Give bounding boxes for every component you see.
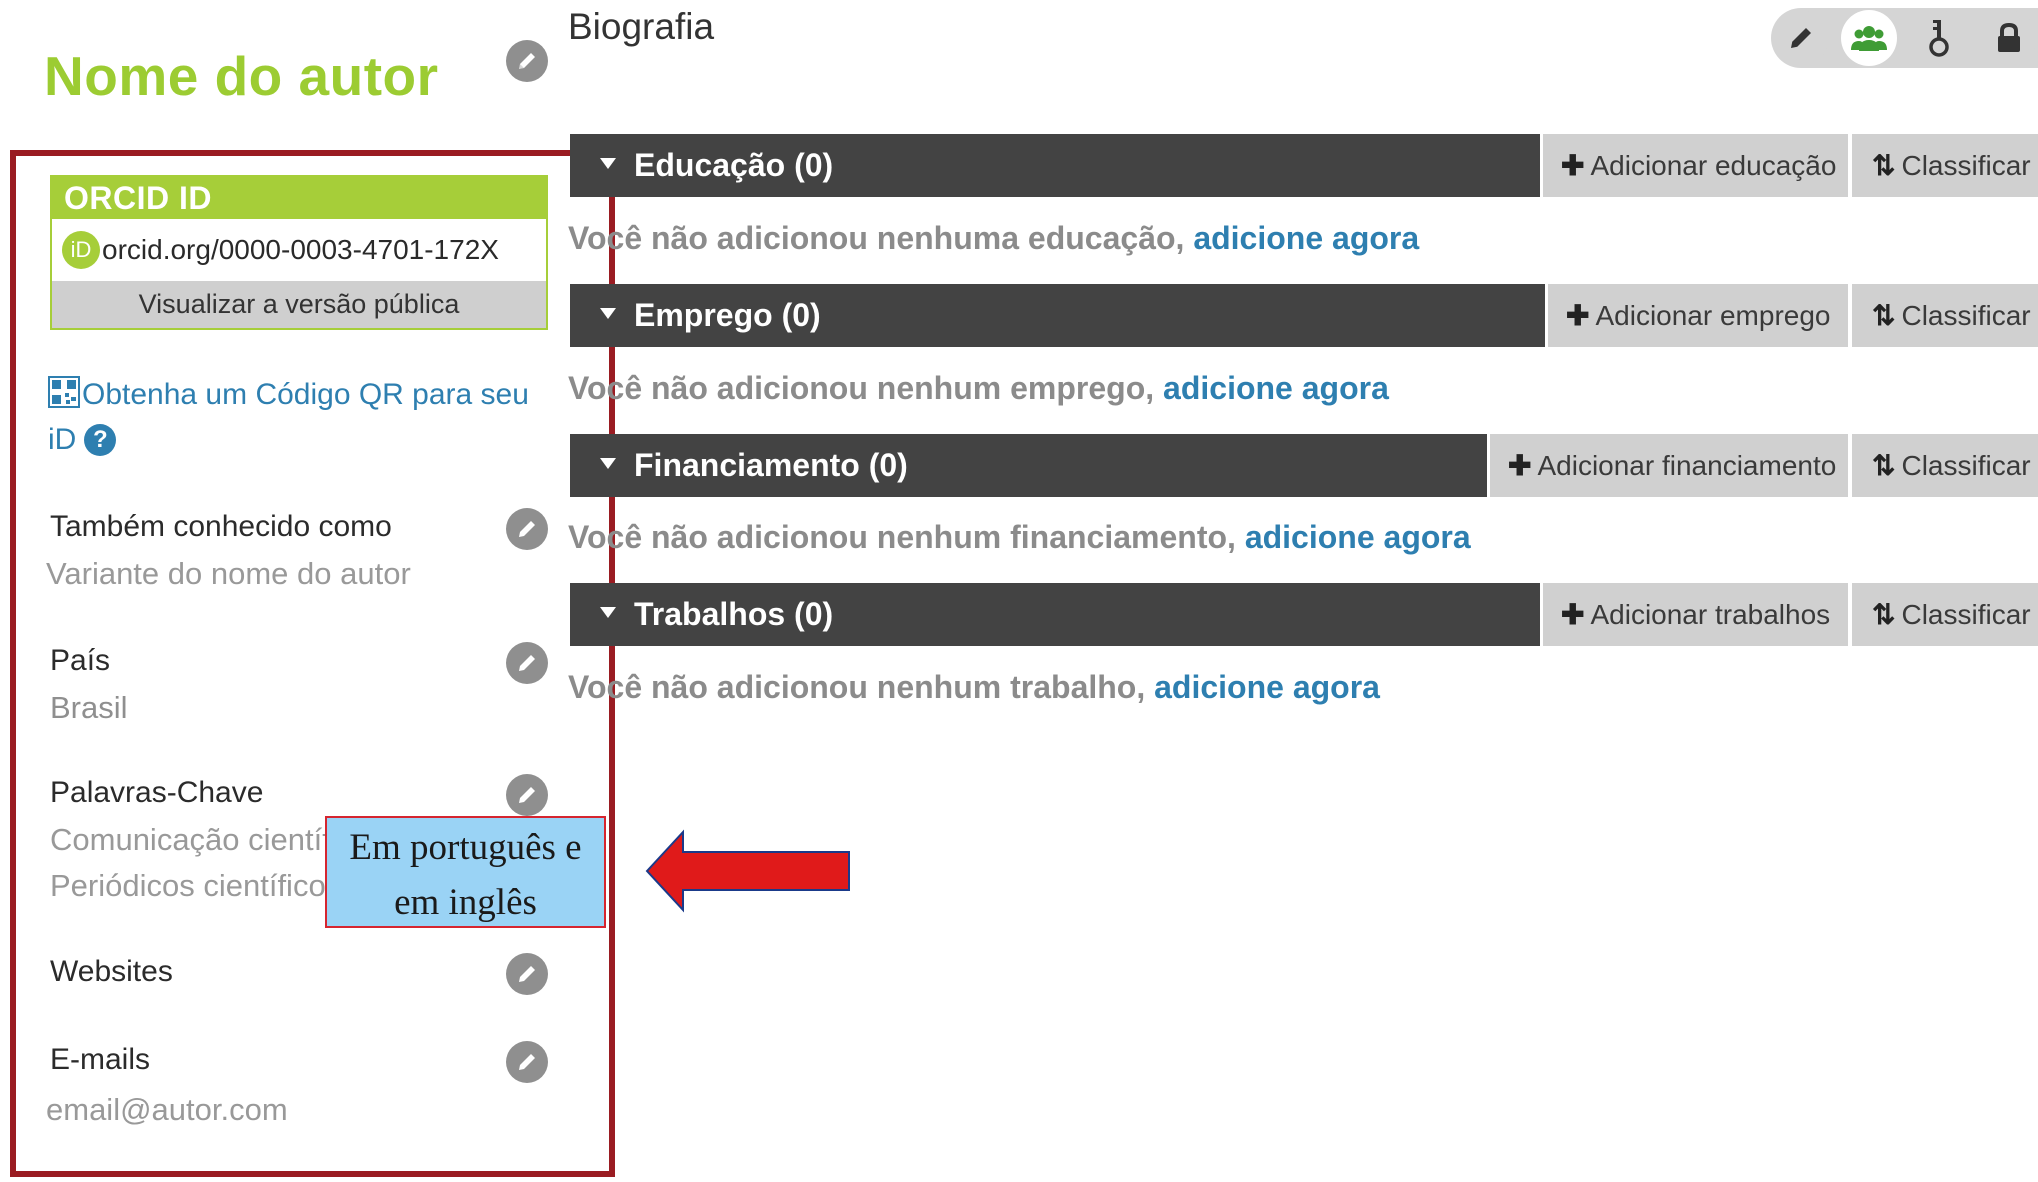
qr-code-link[interactable]: Obtenha um Código QR para seu iD?: [48, 372, 558, 462]
chevron-down-icon[interactable]: [600, 458, 616, 469]
callout-line-1: Em português e: [349, 827, 582, 868]
orcid-id-row: iD orcid.org/0000-0003-4701-172X: [52, 219, 546, 281]
add-employment-button[interactable]: ✚ Adicionar emprego: [1548, 284, 1848, 347]
sort-icon: ⇅: [1872, 450, 1896, 481]
add-funding-label: Adicionar financiamento: [1537, 450, 1837, 481]
orcid-id-header: ORCID ID: [52, 177, 546, 219]
chevron-down-icon[interactable]: [600, 308, 616, 319]
add-funding-button[interactable]: ✚ Adicionar financiamento: [1490, 434, 1848, 497]
country-label: País: [50, 644, 111, 677]
red-arrow-icon: [645, 829, 850, 913]
sort-education-button[interactable]: ⇅ Classificar: [1852, 134, 2038, 197]
pencil-icon[interactable]: [1773, 10, 1829, 66]
callout-line-2: em inglês: [394, 882, 537, 923]
author-name: Nome do autor: [44, 45, 439, 107]
add-now-link[interactable]: adicione agora: [1193, 220, 1419, 256]
add-now-link[interactable]: adicione agora: [1163, 370, 1389, 406]
add-education-button[interactable]: ✚ Adicionar educação: [1543, 134, 1848, 197]
view-public-version-button[interactable]: Visualizar a versão pública: [52, 281, 546, 328]
edit-emails-pencil-icon[interactable]: [506, 1041, 548, 1083]
education-section-header[interactable]: Educação (0): [570, 134, 1540, 197]
education-title: Educação (0): [634, 147, 834, 183]
empty-text: Você não adicionou nenhum trabalho,: [568, 669, 1155, 705]
biography-title: Biografia: [568, 6, 715, 47]
works-empty-message: Você não adicionou nenhum trabalho, adic…: [568, 669, 1380, 706]
works-title: Trabalhos (0): [634, 596, 834, 632]
sort-label: Classificar: [1901, 300, 2031, 331]
chevron-down-icon[interactable]: [600, 158, 616, 169]
edit-websites-pencil-icon[interactable]: [506, 953, 548, 995]
sort-label: Classificar: [1901, 599, 2031, 630]
language-callout: Em português e em inglês: [325, 816, 606, 928]
add-works-label: Adicionar trabalhos: [1590, 599, 1831, 630]
empty-text: Você não adicionou nenhum financiamento,: [568, 519, 1245, 555]
add-employment-label: Adicionar emprego: [1595, 300, 1831, 331]
plus-icon: ✚: [1566, 300, 1590, 331]
employment-title: Emprego (0): [634, 297, 821, 333]
add-works-button[interactable]: ✚ Adicionar trabalhos: [1543, 583, 1848, 646]
plus-icon: ✚: [1508, 450, 1532, 481]
websites-label: Websites: [50, 955, 173, 988]
orcid-id-box: ORCID ID iD orcid.org/0000-0003-4701-172…: [50, 175, 548, 330]
sort-employment-button[interactable]: ⇅ Classificar: [1852, 284, 2038, 347]
employment-section-header[interactable]: Emprego (0): [570, 284, 1545, 347]
email-value: email@autor.com: [46, 1092, 288, 1127]
keyword-item: Comunicação científica: [50, 822, 325, 857]
aka-value: Variante do nome do autor: [46, 556, 411, 591]
sort-label: Classificar: [1901, 150, 2031, 181]
add-education-label: Adicionar educação: [1590, 150, 1837, 181]
funding-empty-message: Você não adicionou nenhum financiamento,…: [568, 519, 1471, 556]
keyword-item: Periódicos científicos: [50, 868, 325, 903]
orcid-id-url[interactable]: orcid.org/0000-0003-4701-172X: [102, 234, 499, 266]
group-icon[interactable]: [1841, 10, 1897, 66]
empty-text: Você não adicionou nenhum emprego,: [568, 370, 1164, 406]
country-value: Brasil: [50, 690, 128, 725]
funding-title: Financiamento (0): [634, 447, 908, 483]
sort-icon: ⇅: [1872, 300, 1896, 331]
empty-text: Você não adicionou nenhuma educação,: [568, 220, 1194, 256]
aka-label: Também conhecido como: [50, 510, 392, 543]
help-icon[interactable]: ?: [84, 423, 117, 456]
lock-icon[interactable]: [1981, 10, 2037, 66]
sort-label: Classificar: [1901, 450, 2031, 481]
employment-empty-message: Você não adicionou nenhum emprego, adici…: [568, 370, 1389, 407]
add-now-link[interactable]: adicione agora: [1154, 669, 1380, 705]
edit-aka-pencil-icon[interactable]: [506, 508, 548, 550]
edit-keywords-pencil-icon[interactable]: [506, 774, 548, 816]
chevron-down-icon[interactable]: [600, 607, 616, 618]
plus-icon: ✚: [1561, 150, 1585, 181]
sort-icon: ⇅: [1872, 150, 1896, 181]
visibility-selector: [1771, 8, 2038, 68]
keywords-label: Palavras-Chave: [50, 776, 264, 809]
sort-works-button[interactable]: ⇅ Classificar: [1852, 583, 2038, 646]
works-section-header[interactable]: Trabalhos (0): [570, 583, 1540, 646]
education-empty-message: Você não adicionou nenhuma educação, adi…: [568, 220, 1419, 257]
plus-icon: ✚: [1561, 599, 1585, 630]
qr-code-icon: [48, 376, 80, 408]
qr-code-link-text[interactable]: Obtenha um Código QR para seu iD: [48, 378, 529, 456]
trusted-key-icon[interactable]: [1911, 10, 1967, 66]
edit-country-pencil-icon[interactable]: [506, 642, 548, 684]
funding-section-header[interactable]: Financiamento (0): [570, 434, 1487, 497]
emails-label: E-mails: [50, 1043, 151, 1076]
sort-funding-button[interactable]: ⇅ Classificar: [1852, 434, 2038, 497]
add-now-link[interactable]: adicione agora: [1245, 519, 1471, 555]
sort-icon: ⇅: [1872, 599, 1896, 630]
edit-name-pencil-icon[interactable]: [506, 40, 548, 82]
orcid-logo-icon: iD: [62, 231, 100, 269]
